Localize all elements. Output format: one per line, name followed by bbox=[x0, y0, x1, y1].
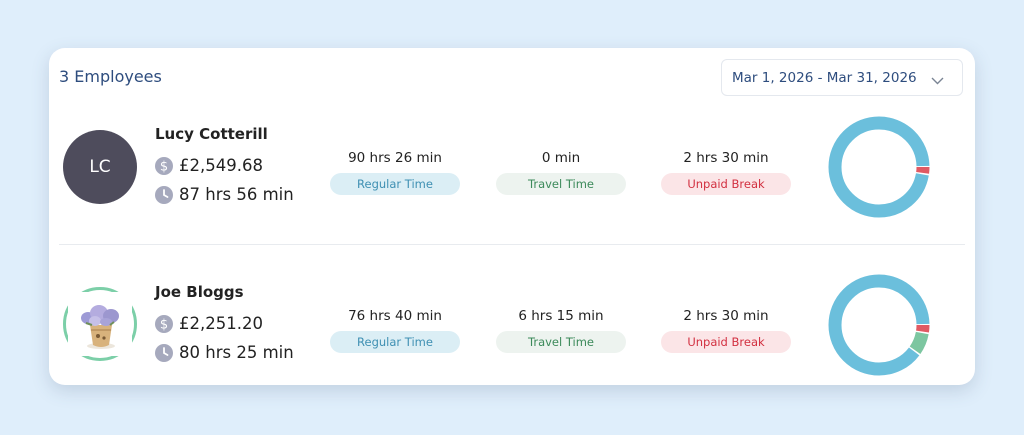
employee-summary-card: 3 Employees Mar 1, 2026 - Mar 31, 2026 L… bbox=[49, 48, 975, 385]
donut-segment-regular bbox=[828, 116, 930, 218]
date-range-select[interactable]: Mar 1, 2026 - Mar 31, 2026 bbox=[721, 59, 963, 96]
date-range-value: Mar 1, 2026 - Mar 31, 2026 bbox=[732, 69, 917, 86]
avatar: LC bbox=[63, 130, 137, 204]
donut-segment-regular bbox=[828, 274, 930, 376]
currency-icon: $ bbox=[155, 314, 173, 333]
regular-time-badge: Regular Time bbox=[330, 173, 460, 195]
employee-name[interactable]: Lucy Cotterill bbox=[155, 125, 268, 143]
flower-pot-photo bbox=[68, 292, 132, 356]
employee-name[interactable]: Joe Bloggs bbox=[155, 283, 244, 301]
hours-total: 87 hrs 56 min bbox=[179, 185, 294, 204]
travel-time-value: 6 hrs 15 min bbox=[518, 308, 604, 324]
travel-time-stat: 0 min Travel Time bbox=[496, 149, 626, 195]
svg-text:$: $ bbox=[160, 317, 168, 332]
pay-amount: £2,549.68 bbox=[179, 156, 263, 175]
regular-time-badge: Regular Time bbox=[330, 331, 460, 353]
regular-time-stat: 90 hrs 26 min Regular Time bbox=[330, 149, 460, 195]
pay-amount: £2,251.20 bbox=[179, 314, 263, 333]
regular-time-stat: 76 hrs 40 min Regular Time bbox=[330, 307, 460, 353]
avatar-initials: LC bbox=[89, 157, 111, 177]
row-divider bbox=[59, 244, 965, 245]
employee-hours: 80 hrs 25 min bbox=[155, 343, 294, 362]
unpaid-break-badge: Unpaid Break bbox=[661, 173, 791, 195]
chevron-down-icon bbox=[931, 73, 944, 89]
unpaid-break-badge: Unpaid Break bbox=[661, 331, 791, 353]
unpaid-break-value: 2 hrs 30 min bbox=[683, 150, 769, 166]
employee-pay: $ £2,251.20 bbox=[155, 314, 263, 333]
time-breakdown-donut bbox=[828, 116, 930, 218]
currency-icon: $ bbox=[155, 156, 173, 175]
hours-total: 80 hrs 25 min bbox=[179, 343, 294, 362]
unpaid-break-stat: 2 hrs 30 min Unpaid Break bbox=[661, 307, 791, 353]
time-breakdown-donut bbox=[828, 274, 930, 376]
unpaid-break-value: 2 hrs 30 min bbox=[683, 308, 769, 324]
employee-row[interactable]: Joe Bloggs $ £2,251.20 80 hrs 25 min 76 … bbox=[49, 261, 975, 411]
employee-count-title: 3 Employees bbox=[59, 67, 162, 86]
travel-time-badge: Travel Time bbox=[496, 331, 626, 353]
regular-time-value: 76 hrs 40 min bbox=[348, 308, 442, 324]
clock-icon bbox=[155, 343, 173, 362]
travel-time-badge: Travel Time bbox=[496, 173, 626, 195]
travel-time-stat: 6 hrs 15 min Travel Time bbox=[496, 307, 626, 353]
employee-hours: 87 hrs 56 min bbox=[155, 185, 294, 204]
regular-time-value: 90 hrs 26 min bbox=[348, 150, 442, 166]
svg-text:$: $ bbox=[160, 159, 168, 174]
unpaid-break-stat: 2 hrs 30 min Unpaid Break bbox=[661, 149, 791, 195]
avatar bbox=[63, 287, 137, 361]
employee-pay: $ £2,549.68 bbox=[155, 156, 263, 175]
clock-icon bbox=[155, 185, 173, 204]
travel-time-value: 0 min bbox=[541, 150, 581, 166]
employee-row[interactable]: LC Lucy Cotterill $ £2,549.68 87 hrs 56 … bbox=[49, 103, 975, 253]
